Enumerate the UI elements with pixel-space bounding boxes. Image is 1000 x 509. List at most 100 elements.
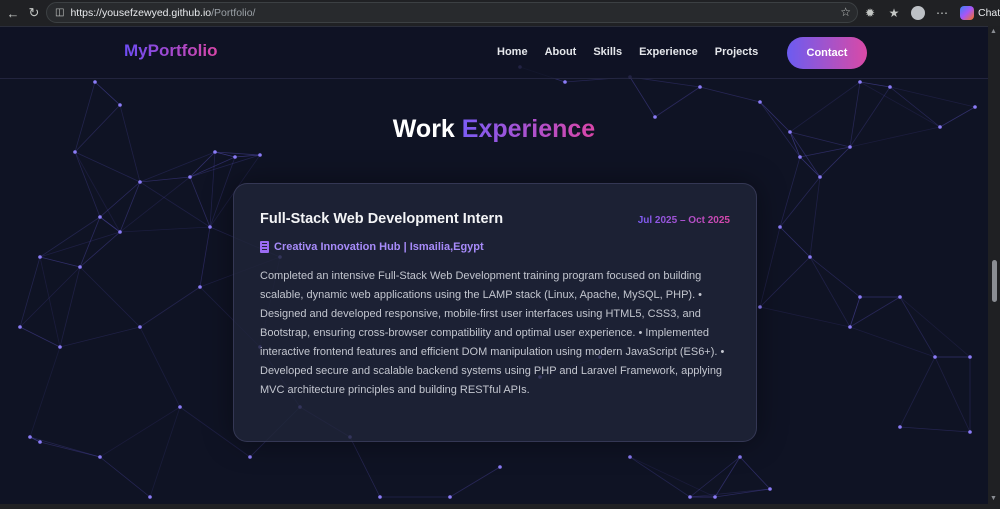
network-node — [138, 180, 142, 184]
logo[interactable]: MyPortfolio — [124, 41, 218, 61]
network-node — [848, 325, 852, 329]
network-node — [248, 455, 252, 459]
network-line — [779, 176, 821, 228]
network-line — [139, 151, 216, 183]
network-node — [848, 145, 852, 149]
network-line — [849, 326, 936, 358]
network-line — [79, 231, 121, 268]
network-line — [819, 146, 851, 178]
network-node — [698, 85, 702, 89]
network-node — [78, 265, 82, 269]
network-node — [968, 430, 972, 434]
network-node — [178, 405, 182, 409]
network-line — [19, 266, 81, 328]
network-node — [118, 230, 122, 234]
network-line — [119, 176, 191, 233]
network-line — [39, 256, 81, 268]
network-line — [189, 156, 236, 178]
network-line — [779, 156, 801, 228]
scroll-thumb[interactable] — [992, 260, 997, 302]
network-node — [973, 105, 977, 109]
network-node — [93, 80, 97, 84]
nav-link-experience[interactable]: Experience — [639, 46, 698, 58]
network-line — [689, 488, 771, 498]
network-line — [759, 226, 781, 308]
network-line — [149, 406, 181, 498]
network-line — [99, 406, 181, 458]
network-node — [798, 155, 802, 159]
copilot-chat-button[interactable]: Chat — [960, 6, 1000, 20]
network-line — [899, 356, 936, 428]
building-icon — [260, 241, 269, 253]
network-node — [138, 325, 142, 329]
nav-link-projects[interactable]: Projects — [715, 46, 758, 58]
network-line — [739, 456, 771, 490]
network-line — [809, 256, 851, 328]
extensions-icon[interactable]: ✹ — [860, 3, 880, 23]
network-line — [19, 326, 61, 348]
network-node — [98, 455, 102, 459]
network-line — [799, 156, 821, 178]
back-icon[interactable]: ← — [2, 2, 24, 24]
network-node — [118, 103, 122, 107]
network-line — [139, 326, 181, 408]
network-node — [18, 325, 22, 329]
favorites-icon[interactable]: ★ — [884, 3, 904, 23]
network-node — [898, 295, 902, 299]
scrollbar[interactable]: ▲ ▼ — [988, 26, 1000, 504]
network-node — [58, 345, 62, 349]
scroll-up-arrow-icon[interactable]: ▲ — [990, 28, 997, 35]
profile-avatar[interactable] — [908, 3, 928, 23]
network-line — [689, 456, 741, 498]
network-line — [349, 436, 381, 498]
network-line — [699, 86, 761, 103]
network-line — [139, 176, 191, 183]
network-node — [498, 465, 502, 469]
network-node — [968, 355, 972, 359]
network-node — [38, 255, 42, 259]
network-line — [189, 176, 211, 228]
chat-label: Chat — [978, 7, 1000, 19]
url-path: /Portfolio/ — [211, 6, 256, 19]
copilot-icon — [960, 6, 974, 20]
network-line — [629, 456, 691, 498]
network-line — [714, 456, 741, 498]
bottom-frame — [0, 504, 1000, 509]
scroll-down-arrow-icon[interactable]: ▼ — [990, 495, 997, 502]
network-node — [898, 425, 902, 429]
company-name: Creativa Innovation Hub | Ismailia,Egypt — [274, 241, 484, 253]
network-node — [148, 495, 152, 499]
network-line — [59, 326, 141, 348]
network-line — [139, 286, 201, 328]
network-node — [888, 85, 892, 89]
network-line — [39, 441, 101, 458]
network-line — [79, 266, 141, 328]
reload-icon[interactable]: ↻ — [23, 2, 45, 24]
network-node — [563, 80, 567, 84]
network-node — [738, 455, 742, 459]
contact-button[interactable]: Contact — [787, 37, 867, 69]
network-line — [39, 231, 121, 258]
avatar — [911, 6, 925, 20]
network-line — [899, 296, 936, 358]
network-node — [713, 495, 717, 499]
nav-link-home[interactable]: Home — [497, 46, 528, 58]
network-line — [39, 216, 101, 258]
more-menu-icon[interactable]: ⋯ — [932, 3, 952, 23]
site-info-icon[interactable]: ◫ — [55, 7, 64, 18]
network-line — [849, 296, 901, 328]
network-line — [759, 256, 811, 308]
navbar: MyPortfolio Home About Skills Experience… — [0, 27, 988, 79]
nav-link-about[interactable]: About — [545, 46, 577, 58]
nav-link-skills[interactable]: Skills — [593, 46, 622, 58]
network-line — [199, 226, 211, 288]
bookmark-star-icon[interactable]: ☆ — [840, 5, 851, 19]
network-node — [188, 175, 192, 179]
network-node — [213, 150, 217, 154]
network-node — [378, 495, 382, 499]
network-node — [38, 440, 42, 444]
url-text: https://yousefzewyed.github.io/Portfolio… — [70, 7, 255, 19]
network-line — [74, 151, 121, 233]
network-node — [778, 225, 782, 229]
address-bar[interactable]: ◫ https://yousefzewyed.github.io/Portfol… — [46, 2, 858, 23]
